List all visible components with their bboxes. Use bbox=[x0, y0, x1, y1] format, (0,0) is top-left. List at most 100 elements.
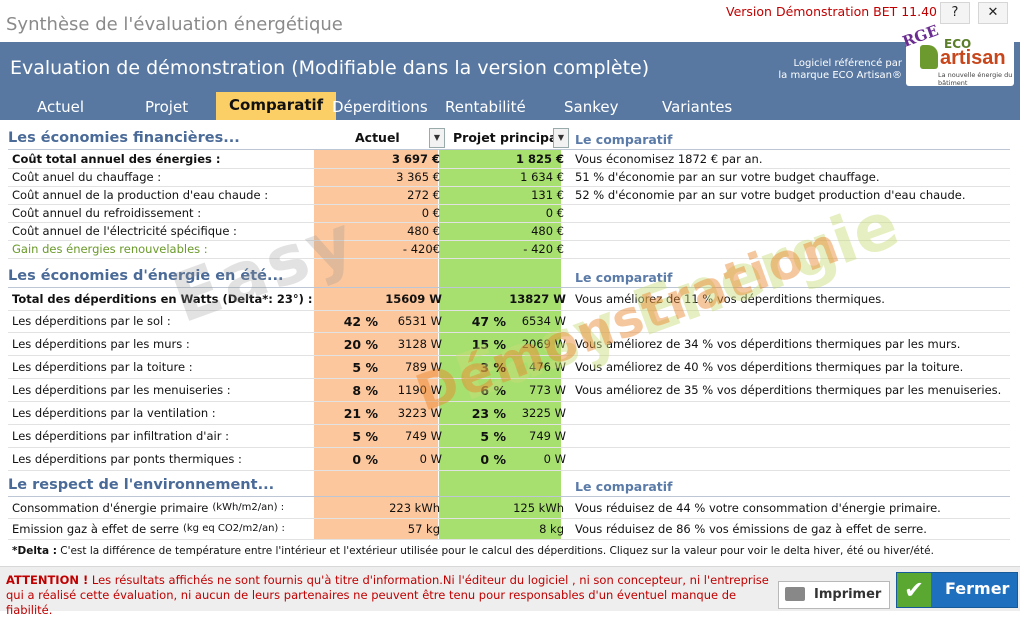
help-button[interactable]: ? bbox=[940, 2, 970, 24]
tab-sankey[interactable]: Sankey bbox=[564, 92, 618, 120]
actuel-value: 789 W bbox=[405, 360, 442, 374]
reference-line-1: Logiciel référencé par bbox=[793, 58, 902, 69]
tab-deperditions[interactable]: Déperditions bbox=[332, 92, 428, 120]
section-environment-title: Le respect de l'environnement... bbox=[8, 477, 275, 493]
actuel-percent: 8 % bbox=[352, 382, 378, 398]
energy-row: Total des déperditions en Watts (Delta*:… bbox=[8, 288, 1010, 311]
projet-value: 6534 W bbox=[521, 314, 566, 328]
actuel-value: 3128 W bbox=[397, 337, 442, 351]
row-label: Les déperditions par les menuiseries : bbox=[12, 383, 231, 397]
comparatif-note: Vous améliorez de 35 % vos déperditions … bbox=[575, 383, 1002, 397]
finance-row: Coût annuel du refroidissement : 0 € 0 € bbox=[8, 204, 1010, 223]
actuel-value: - 420€ bbox=[402, 242, 440, 256]
logo-tagline: La nouvelle énergie du bâtiment bbox=[938, 71, 1013, 87]
row-label: Les déperditions par ponts thermiques : bbox=[12, 452, 242, 466]
row-label: Les déperditions par infiltration d'air … bbox=[12, 429, 229, 443]
actuel-percent: 0 % bbox=[352, 451, 378, 467]
projet-value: 131 € bbox=[531, 188, 564, 202]
actuel-value: 3 697 € bbox=[391, 152, 440, 166]
projet-value: - 420 € bbox=[523, 242, 564, 256]
reference-text: Logiciel référencé par la marque ECO Art… bbox=[760, 58, 902, 82]
tab-variantes[interactable]: Variantes bbox=[662, 92, 732, 120]
energy-row: Les déperditions par ponts thermiques : 0… bbox=[8, 448, 1010, 471]
row-unit: (kg eq CO2/m2/an) : bbox=[182, 523, 285, 534]
row-label: Coût anuel du chauffage : bbox=[12, 170, 162, 184]
row-label-text: Emission gaz à effet de serre bbox=[12, 521, 179, 536]
footnote-key: *Delta : bbox=[12, 545, 57, 557]
finance-row: Coût anuel du chauffage : 3 365 € 1 634 € 5… bbox=[8, 168, 1010, 187]
tab-rentabilite[interactable]: Rentabilité bbox=[445, 92, 526, 120]
projet-value: 480 € bbox=[531, 224, 564, 238]
actuel-value: 223 kWh bbox=[389, 500, 440, 515]
section-energy-title: Les économies d'énergie en été... bbox=[8, 268, 284, 284]
actuel-percent: 5 % bbox=[352, 359, 378, 375]
tab-comparatif[interactable]: Comparatif bbox=[216, 92, 337, 120]
energy-row: Les déperditions par la ventilation : 21 … bbox=[8, 402, 1010, 425]
close-window-button[interactable]: ✕ bbox=[978, 2, 1008, 24]
column-projet-header: Projet principal bbox=[453, 130, 562, 145]
energy-row: Les déperditions par les menuiseries : 8 … bbox=[8, 379, 1010, 402]
warning-key: ATTENTION ! bbox=[6, 573, 89, 587]
actuel-value: 480 € bbox=[407, 224, 440, 238]
projet-value: 3225 W bbox=[521, 406, 566, 420]
tab-actuel[interactable]: Actuel bbox=[37, 92, 84, 120]
row-label: Gain des énergies renouvelables : bbox=[12, 242, 208, 256]
projet-value: 749 W bbox=[529, 429, 566, 443]
energy-row: Les déperditions par le sol :42 % 47 % 653… bbox=[8, 310, 1010, 333]
leaf-icon bbox=[920, 45, 938, 69]
energy-row: Les déperditions par la toiture :5 % 3 % 7… bbox=[8, 356, 1010, 379]
projet-value: 0 W bbox=[543, 452, 566, 466]
comparatif-note: 51 % d'économie par an sur votre budget … bbox=[575, 170, 880, 184]
actuel-percent: 21 % bbox=[343, 405, 378, 421]
projet-dropdown[interactable]: ▼ bbox=[553, 128, 569, 148]
page-title: Evaluation de démonstration (Modifiable … bbox=[10, 57, 650, 79]
projet-value: 1 825 € bbox=[515, 152, 564, 166]
tab-bar: Actuel Projet Comparatif Déperditions Re… bbox=[0, 92, 1020, 120]
projet-value: 2069 W bbox=[521, 337, 566, 351]
projet-value: 476 W bbox=[529, 360, 566, 374]
row-unit: (kWh/m2/an) : bbox=[212, 502, 285, 513]
actuel-dropdown[interactable]: ▼ bbox=[429, 128, 445, 148]
print-button[interactable]: Imprimer bbox=[778, 581, 890, 609]
energy-row: Les déperditions par les murs :20 % 15 % 3… bbox=[8, 333, 1010, 356]
row-label: Emission gaz à effet de serre (kg eq CO2/… bbox=[12, 518, 285, 539]
actuel-value: 749 W bbox=[405, 429, 442, 443]
print-label: Imprimer bbox=[814, 587, 882, 602]
comparatif-note: 52 % d'économie par an sur votre budget … bbox=[575, 188, 966, 202]
eco-artisan-logo: RGE ECO artisan La nouvelle énergie du b… bbox=[900, 21, 1014, 87]
finance-row: Coût total annuel des énergies : 3 697 € 1… bbox=[8, 150, 1010, 169]
row-label: Les déperditions par le sol : bbox=[12, 314, 171, 328]
row-label: Coût annuel de la production d'eau chaud… bbox=[12, 188, 269, 202]
comparatif-title-energy: Le comparatif bbox=[575, 270, 673, 285]
close-label: Fermer bbox=[945, 579, 1010, 598]
footnote-text: C'est la différence de température entre… bbox=[60, 545, 934, 557]
energy-row: Les déperditions par infiltration d'air … bbox=[8, 425, 1010, 448]
window-title: Synthèse de l'évaluation énergétique bbox=[6, 14, 343, 35]
close-button[interactable]: ✔ Fermer bbox=[896, 572, 1018, 608]
comparatif-title-environment: Le comparatif bbox=[575, 479, 673, 494]
comparatif-note: Vous améliorez de 40 % vos déperditions … bbox=[575, 360, 964, 374]
projet-value: 8 kg bbox=[539, 521, 564, 536]
comparatif-note: Vous réduisez de 86 % vos émissions de g… bbox=[575, 521, 927, 536]
environment-row: Consommation d'énergie primaire (kWh/m2/a… bbox=[8, 497, 1010, 519]
actuel-value: 15609 W bbox=[385, 292, 442, 306]
printer-icon bbox=[785, 587, 805, 601]
actuel-value: 272 € bbox=[407, 188, 440, 202]
column-actuel-header: Actuel bbox=[355, 130, 400, 145]
projet-value: 0 € bbox=[545, 206, 564, 220]
warning-body: Les résultats affichés ne sont fournis q… bbox=[6, 573, 769, 617]
row-label: Coût annuel du refroidissement : bbox=[12, 206, 202, 220]
actuel-percent: 5 % bbox=[352, 428, 378, 444]
tab-projet[interactable]: Projet bbox=[145, 92, 188, 120]
projet-value: 13827 W bbox=[509, 292, 566, 306]
actuel-percent: 20 % bbox=[343, 336, 378, 352]
logo-artisan-text: artisan bbox=[940, 47, 1006, 69]
projet-value: 1 634 € bbox=[520, 170, 564, 184]
row-label: Consommation d'énergie primaire (kWh/m2/a… bbox=[12, 497, 284, 518]
actuel-value: 0 € bbox=[421, 206, 440, 220]
actuel-value: 3223 W bbox=[397, 406, 442, 420]
row-label-text: Consommation d'énergie primaire bbox=[12, 500, 209, 515]
comparatif-note: Vous améliorez de 34 % vos déperditions … bbox=[575, 337, 961, 351]
actuel-value: 0 W bbox=[419, 452, 442, 466]
row-label: Coût annuel de l'électricité spécifique … bbox=[12, 224, 237, 238]
